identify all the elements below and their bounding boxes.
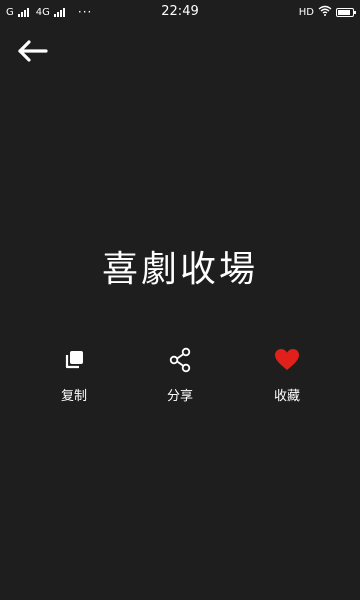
- status-right: HD: [298, 0, 356, 24]
- hd-label: HD: [298, 6, 314, 18]
- screen: G 4G ··· 22:49 HD 喜劇收場 复制 分享 收藏: [0, 0, 360, 600]
- copy-icon: [63, 345, 85, 375]
- heart-icon: [274, 345, 300, 375]
- copy-label: 复制: [60, 389, 87, 404]
- share-icon: [168, 345, 192, 375]
- battery-icon: [336, 7, 356, 17]
- status-bar: G 4G ··· 22:49 HD: [0, 0, 360, 24]
- back-button[interactable]: [14, 38, 50, 68]
- copy-button[interactable]: 复制: [34, 345, 114, 404]
- share-button[interactable]: 分享: [140, 345, 220, 404]
- arrow-left-icon: [16, 39, 48, 67]
- share-label: 分享: [166, 389, 193, 404]
- title-text: 喜劇收場: [101, 249, 258, 290]
- battery-level: [338, 9, 350, 15]
- favorite-button[interactable]: 收藏: [247, 345, 327, 404]
- favorite-label: 收藏: [273, 389, 300, 404]
- wifi-icon: [318, 5, 332, 19]
